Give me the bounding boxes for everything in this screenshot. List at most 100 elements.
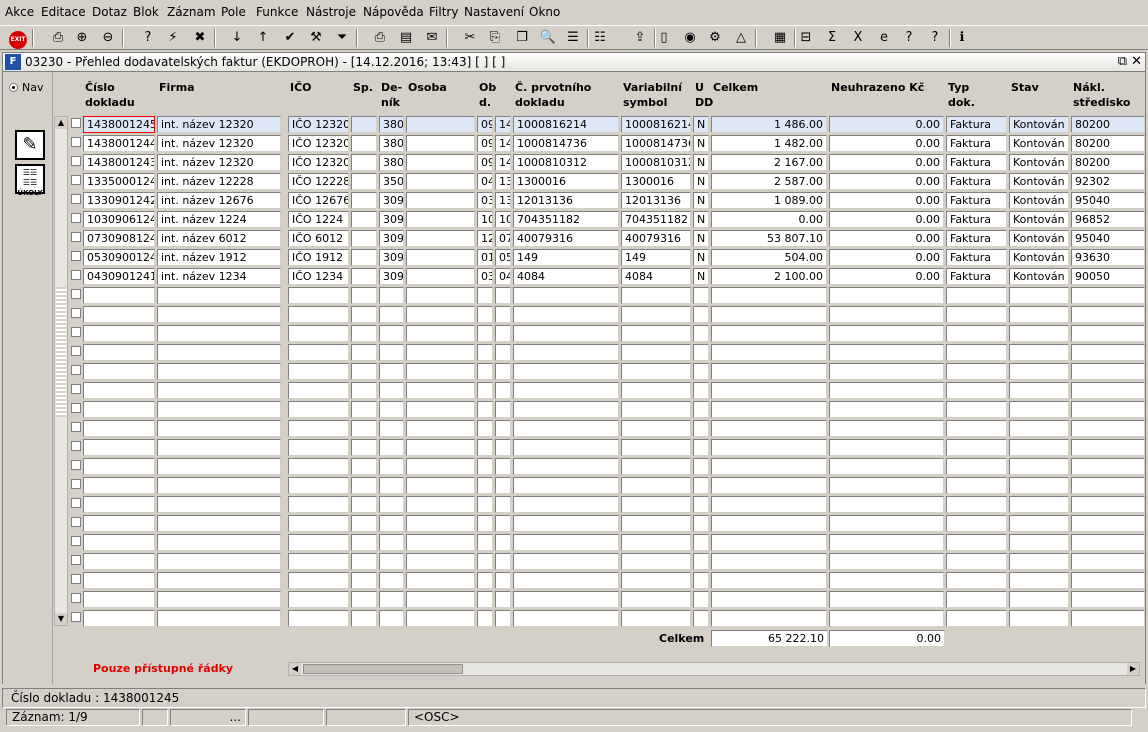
- empty-cell[interactable]: [829, 553, 944, 570]
- cell-r0-c10[interactable]: N: [693, 116, 709, 133]
- empty-cell[interactable]: [946, 515, 1007, 532]
- cell-r7-c5[interactable]: [406, 249, 475, 266]
- row-select-checkbox[interactable]: [71, 574, 81, 584]
- empty-cell[interactable]: [288, 382, 349, 399]
- empty-cell[interactable]: [829, 496, 944, 513]
- nav-radio[interactable]: [9, 83, 18, 92]
- empty-cell[interactable]: [711, 477, 827, 494]
- empty-cell[interactable]: [513, 572, 619, 589]
- row-select-checkbox[interactable]: [71, 251, 81, 261]
- empty-cell[interactable]: [946, 420, 1007, 437]
- cell-r7-c7[interactable]: 05: [495, 249, 511, 266]
- empty-cell[interactable]: [379, 401, 404, 418]
- list-icon[interactable]: ☰: [563, 28, 583, 48]
- empty-cell[interactable]: [83, 439, 155, 456]
- cell-r5-c5[interactable]: [406, 211, 475, 228]
- cell-r4-c7[interactable]: 13: [495, 192, 511, 209]
- empty-cell[interactable]: [351, 325, 377, 342]
- empty-cell[interactable]: [829, 534, 944, 551]
- empty-cell[interactable]: [351, 382, 377, 399]
- cell-r2-c14[interactable]: Kontován: [1009, 154, 1069, 171]
- empty-cell[interactable]: [711, 496, 827, 513]
- empty-cell[interactable]: [829, 572, 944, 589]
- cell-r4-c10[interactable]: N: [693, 192, 709, 209]
- empty-cell[interactable]: [1071, 420, 1145, 437]
- row-select-checkbox[interactable]: [71, 365, 81, 375]
- cell-r4-c14[interactable]: Kontován: [1009, 192, 1069, 209]
- cell-r3-c7[interactable]: 13: [495, 173, 511, 190]
- column-header-3[interactable]: Sp.: [353, 80, 373, 95]
- cell-r0-c6[interactable]: 09: [477, 116, 493, 133]
- export-icon[interactable]: ⇪: [630, 28, 650, 48]
- row-select-checkbox[interactable]: [71, 460, 81, 470]
- cell-r2-c12[interactable]: 0.00: [829, 154, 944, 171]
- cell-r8-c4[interactable]: 309: [379, 268, 404, 285]
- cell-r3-c13[interactable]: Faktura: [946, 173, 1007, 190]
- empty-cell[interactable]: [351, 572, 377, 589]
- horizontal-scrollbar[interactable]: ◀ ▶: [288, 662, 1140, 676]
- empty-cell[interactable]: [693, 401, 709, 418]
- empty-cell[interactable]: [1071, 496, 1145, 513]
- cell-r6-c7[interactable]: 07: [495, 230, 511, 247]
- cell-r4-c5[interactable]: [406, 192, 475, 209]
- cell-r2-c4[interactable]: 380: [379, 154, 404, 171]
- row-select-checkbox[interactable]: [71, 156, 81, 166]
- cell-r7-c9[interactable]: 149: [621, 249, 691, 266]
- menu-3[interactable]: Blok: [133, 5, 159, 19]
- empty-cell[interactable]: [1009, 401, 1069, 418]
- empty-cell[interactable]: [946, 610, 1007, 627]
- cell-r8-c2[interactable]: IČO 1234: [288, 268, 349, 285]
- empty-cell[interactable]: [288, 591, 349, 608]
- empty-cell[interactable]: [406, 610, 475, 627]
- empty-cell[interactable]: [406, 306, 475, 323]
- cell-r6-c14[interactable]: Kontován: [1009, 230, 1069, 247]
- cell-r7-c14[interactable]: Kontován: [1009, 249, 1069, 266]
- cell-r3-c4[interactable]: 350: [379, 173, 404, 190]
- empty-cell[interactable]: [513, 344, 619, 361]
- row-select-checkbox[interactable]: [71, 479, 81, 489]
- empty-cell[interactable]: [1009, 344, 1069, 361]
- empty-cell[interactable]: [1009, 534, 1069, 551]
- empty-cell[interactable]: [406, 287, 475, 304]
- empty-cell[interactable]: [477, 553, 493, 570]
- cell-r5-c14[interactable]: Kontován: [1009, 211, 1069, 228]
- help-icon[interactable]: ?: [925, 28, 945, 48]
- empty-cell[interactable]: [477, 572, 493, 589]
- cell-r4-c3[interactable]: [351, 192, 377, 209]
- cell-r2-c7[interactable]: 14: [495, 154, 511, 171]
- empty-cell[interactable]: [693, 306, 709, 323]
- vertical-scrollbar[interactable]: ▲ ▼: [54, 116, 68, 626]
- empty-cell[interactable]: [406, 458, 475, 475]
- empty-cell[interactable]: [711, 591, 827, 608]
- cell-r7-c8[interactable]: 149: [513, 249, 619, 266]
- print-preview-icon[interactable]: ▤: [396, 28, 416, 48]
- empty-cell[interactable]: [513, 496, 619, 513]
- print-icon[interactable]: ⎙: [370, 28, 390, 48]
- excel-icon[interactable]: X: [848, 28, 868, 48]
- cell-r0-c9[interactable]: 1000816214: [621, 116, 691, 133]
- empty-cell[interactable]: [513, 610, 619, 627]
- cell-r3-c12[interactable]: 0.00: [829, 173, 944, 190]
- empty-cell[interactable]: [379, 382, 404, 399]
- column-header-2[interactable]: IČO: [290, 80, 312, 95]
- empty-cell[interactable]: [477, 591, 493, 608]
- empty-cell[interactable]: [1009, 306, 1069, 323]
- empty-cell[interactable]: [351, 287, 377, 304]
- empty-cell[interactable]: [693, 553, 709, 570]
- cell-r2-c2[interactable]: IČO 12320: [288, 154, 349, 171]
- empty-cell[interactable]: [711, 515, 827, 532]
- empty-cell[interactable]: [406, 477, 475, 494]
- cell-r6-c9[interactable]: 40079316: [621, 230, 691, 247]
- cell-r7-c11[interactable]: 504.00: [711, 249, 827, 266]
- empty-cell[interactable]: [83, 610, 155, 627]
- row-select-checkbox[interactable]: [71, 536, 81, 546]
- empty-cell[interactable]: [379, 306, 404, 323]
- cell-r1-c1[interactable]: int. název 12320: [157, 135, 281, 152]
- empty-cell[interactable]: [693, 439, 709, 456]
- empty-cell[interactable]: [406, 401, 475, 418]
- column-header-8[interactable]: Č. prvotního dokladu: [515, 80, 591, 110]
- empty-cell[interactable]: [83, 344, 155, 361]
- sort-asc-icon[interactable]: ↓: [227, 28, 247, 48]
- help-context-icon[interactable]: ?: [899, 28, 919, 48]
- empty-cell[interactable]: [351, 344, 377, 361]
